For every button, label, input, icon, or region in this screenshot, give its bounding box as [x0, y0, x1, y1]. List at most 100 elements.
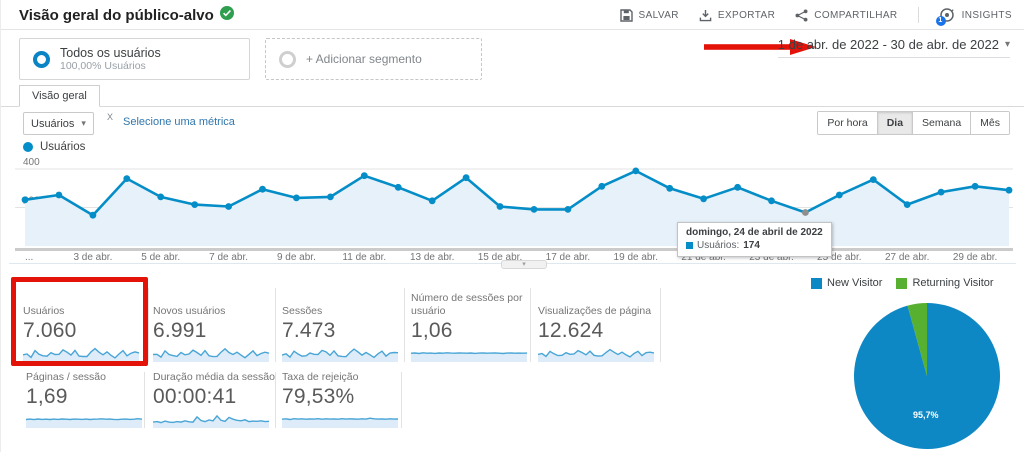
- segment-title: Todos os usuários: [60, 46, 161, 60]
- add-segment-ring-icon: [279, 50, 296, 68]
- svg-text:95,7%: 95,7%: [913, 410, 939, 420]
- share-button[interactable]: COMPARTILHAR: [795, 9, 897, 22]
- svg-text:5 de abr.: 5 de abr.: [141, 252, 180, 262]
- granularity-buttons: Por hora Dia Semana Mês: [817, 111, 1010, 135]
- card-pages-per-session[interactable]: Páginas / sessão 1,69: [26, 368, 148, 428]
- insights-button[interactable]: 1 INSIGHTS: [935, 7, 1012, 26]
- card-value: 1,69: [26, 385, 68, 408]
- card-divider: [530, 288, 531, 362]
- toolbar-separator: [917, 7, 919, 23]
- tooltip-value: 174: [743, 240, 760, 251]
- caret-down-icon: ▾: [81, 118, 86, 128]
- tooltip-series-label: Usuários:: [697, 240, 740, 251]
- granularity-month-button[interactable]: Mês: [970, 112, 1009, 134]
- card-avg-session-duration[interactable]: Duração média da sessão 00:00:41: [153, 368, 275, 428]
- granularity-hour-button[interactable]: Por hora: [818, 112, 877, 134]
- svg-text:13 de abr.: 13 de abr.: [410, 252, 454, 262]
- granularity-week-button[interactable]: Semana: [912, 112, 971, 134]
- svg-text:400: 400: [23, 157, 40, 168]
- analytics-audience-overview: Visão geral do público-alvo SALVAR EXPOR…: [0, 0, 1024, 452]
- chart-legend: Usuários: [23, 141, 85, 153]
- date-range-selector[interactable]: 1 de abr. de 2022 - 30 de abr. de 2022 ▾: [777, 37, 1010, 58]
- tab-overview-label: Visão geral: [32, 90, 87, 102]
- card-sparkline: [538, 348, 654, 362]
- card-divider: [148, 288, 149, 362]
- tab-divider: [1, 106, 1024, 107]
- card-value: 79,53%: [282, 385, 355, 408]
- card-sparkline: [282, 417, 398, 428]
- card-divider: [401, 372, 402, 428]
- granularity-day-button[interactable]: Dia: [876, 112, 913, 134]
- svg-text:9 de abr.: 9 de abr.: [277, 252, 316, 262]
- card-label: Usuários: [23, 305, 65, 317]
- returning-visitor-swatch-icon: [896, 277, 908, 289]
- card-label: Visualizações de página: [538, 305, 652, 317]
- insights-label: INSIGHTS: [961, 9, 1012, 21]
- card-sessions-per-user[interactable]: Número de sessões por usuário 1,06: [411, 276, 533, 362]
- series-legend-label: Usuários: [40, 141, 86, 153]
- segment-all-users[interactable]: Todos os usuários 100,00% Usuários: [19, 38, 250, 80]
- users-line-chart[interactable]: 200400...3 de abr.5 de abr.7 de abr.9 de…: [9, 154, 1017, 262]
- insights-badge: 1: [935, 16, 946, 26]
- share-label: COMPARTILHAR: [814, 9, 898, 21]
- svg-text:3 de abr.: 3 de abr.: [73, 252, 112, 262]
- svg-text:29 de abr.: 29 de abr.: [953, 252, 997, 262]
- svg-text:7 de abr.: 7 de abr.: [209, 252, 248, 262]
- legend-label: Returning Visitor: [912, 277, 994, 289]
- export-button[interactable]: EXPORTAR: [699, 9, 775, 22]
- card-divider: [275, 372, 276, 428]
- timeline-collapse-handle[interactable]: ▾: [501, 260, 547, 269]
- verified-check-icon: [219, 6, 234, 24]
- card-label: Duração média da sessão: [153, 371, 275, 383]
- save-button[interactable]: SALVAR: [619, 8, 679, 22]
- segment-subtitle: 100,00% Usuários: [60, 60, 146, 72]
- card-value: 7.473: [282, 319, 336, 342]
- share-icon: [795, 9, 808, 22]
- date-range-label: 1 de abr. de 2022 - 30 de abr. de 2022: [777, 37, 999, 52]
- card-pageviews[interactable]: Visualizações de página 12.624: [538, 276, 660, 362]
- card-bounce-rate[interactable]: Taxa de rejeição 79,53%: [282, 368, 404, 428]
- series-dot-icon: [23, 142, 33, 152]
- pie-legend: New Visitor Returning Visitor: [811, 277, 994, 289]
- card-label: Sessões: [282, 305, 323, 317]
- remove-metric-button[interactable]: X: [107, 112, 113, 122]
- save-label: SALVAR: [638, 9, 679, 21]
- page-title: Visão geral do público-alvo: [19, 6, 234, 24]
- caret-down-icon: ▾: [1004, 39, 1010, 50]
- card-value: 7.060: [23, 319, 77, 342]
- toolbar-actions: SALVAR EXPORTAR COMPARTILHAR 1 INSIGHTS: [619, 0, 1012, 30]
- card-divider: [404, 288, 405, 362]
- metric-dropdown[interactable]: Usuários ▾: [23, 112, 94, 135]
- top-toolbar: Visão geral do público-alvo SALVAR EXPOR…: [1, 0, 1024, 30]
- card-value: 00:00:41: [153, 385, 237, 408]
- card-sparkline: [411, 352, 527, 362]
- svg-text:17 de abr.: 17 de abr.: [546, 252, 590, 262]
- add-segment-label: + Adicionar segmento: [306, 52, 422, 66]
- save-icon: [619, 8, 633, 22]
- card-label: Número de sessões por usuário: [411, 292, 523, 317]
- add-segment-button[interactable]: + Adicionar segmento: [265, 38, 482, 80]
- card-label: Novos usuários: [153, 305, 226, 317]
- card-sparkline: [26, 417, 142, 428]
- visitor-type-pie-chart[interactable]: 95,7%: [849, 297, 1009, 452]
- tooltip-date: domingo, 24 de abril de 2022: [686, 227, 823, 238]
- card-users[interactable]: Usuários 7.060: [23, 276, 145, 362]
- svg-text:27 de abr.: 27 de abr.: [885, 252, 929, 262]
- svg-text:...: ...: [25, 252, 33, 262]
- card-label: Páginas / sessão: [26, 371, 106, 383]
- insights-icon: 1: [935, 7, 956, 26]
- export-label: EXPORTAR: [717, 9, 776, 21]
- metric-dropdown-value: Usuários: [31, 117, 75, 130]
- card-divider: [660, 288, 661, 362]
- card-new-users[interactable]: Novos usuários 6.991: [153, 276, 275, 362]
- card-sessions[interactable]: Sessões 7.473: [282, 276, 404, 362]
- chart-tooltip: domingo, 24 de abril de 2022 Usuários: 1…: [677, 222, 832, 257]
- card-sparkline: [282, 348, 398, 362]
- card-divider: [275, 288, 276, 362]
- tab-overview[interactable]: Visão geral: [19, 85, 100, 107]
- select-metric-link[interactable]: Selecione uma métrica: [123, 116, 235, 128]
- tooltip-series-icon: [686, 242, 693, 249]
- new-visitor-swatch-icon: [811, 277, 822, 289]
- page-title-text: Visão geral do público-alvo: [19, 6, 214, 24]
- card-value: 1,06: [411, 319, 453, 342]
